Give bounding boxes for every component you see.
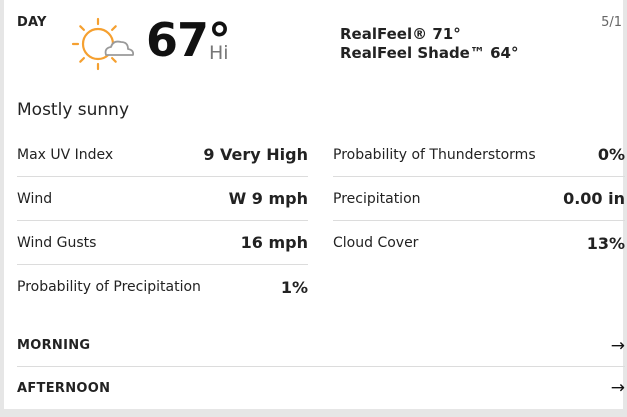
detail-value: W 9 mph [228, 189, 308, 208]
detail-row-precipitation: Precipitation 0.00 in [333, 177, 625, 221]
detail-value: 16 mph [240, 233, 308, 252]
arrow-right-icon: → [610, 335, 625, 356]
realfeel-shade-value: RealFeel Shade™ 64° [340, 44, 519, 62]
realfeel-block: RealFeel® 71° RealFeel Shade™ 64° [340, 25, 518, 63]
detail-row-precip-probability: Probability of Precipitation 1% [17, 265, 308, 309]
detail-row-thunderstorms: Probability of Thunderstorms 0% [333, 133, 625, 177]
detail-label: Probability of Thunderstorms [333, 146, 536, 163]
afternoon-section-link[interactable]: AFTERNOON → [17, 367, 625, 409]
detail-label: Wind [17, 190, 53, 207]
detail-value: 0.00 in [563, 189, 625, 208]
detail-label: Probability of Precipitation [17, 279, 201, 295]
detail-row-uv: Max UV Index 9 Very High [17, 133, 308, 177]
period-label: DAY [17, 15, 47, 30]
detail-label: Precipitation [333, 190, 421, 207]
section-label: MORNING [17, 338, 91, 353]
weather-summary: Mostly sunny [17, 100, 130, 120]
date-label: 5/1 [601, 15, 622, 30]
sun-partly-cloudy-icon [71, 17, 135, 71]
detail-value: 9 Very High [203, 145, 308, 164]
detail-label: Wind Gusts [17, 234, 97, 251]
arrow-right-icon: → [610, 378, 625, 398]
detail-value: 13% [586, 233, 625, 253]
detail-row-cloud-cover: Cloud Cover 13% [333, 221, 625, 265]
temp-type-label: Hi [209, 42, 229, 64]
detail-value: 1% [280, 277, 308, 297]
details-left-column: Max UV Index 9 Very High Wind W 9 mph Wi… [17, 133, 308, 309]
detail-value: 0% [597, 145, 625, 164]
morning-section-link[interactable]: MORNING → [17, 325, 625, 367]
realfeel-value: RealFeel® 71° [340, 25, 461, 43]
detail-label: Max UV Index [17, 146, 114, 163]
detail-row-wind: Wind W 9 mph [17, 177, 308, 221]
detail-row-wind-gusts: Wind Gusts 16 mph [17, 221, 308, 265]
detail-label: Cloud Cover [333, 235, 419, 251]
section-label: AFTERNOON [17, 380, 111, 396]
details-right-column: Probability of Thunderstorms 0% Precipit… [333, 133, 625, 265]
day-forecast-card: DAY 5/1 67° Hi RealFeel® 71° RealFeel Sh… [4, 0, 625, 409]
